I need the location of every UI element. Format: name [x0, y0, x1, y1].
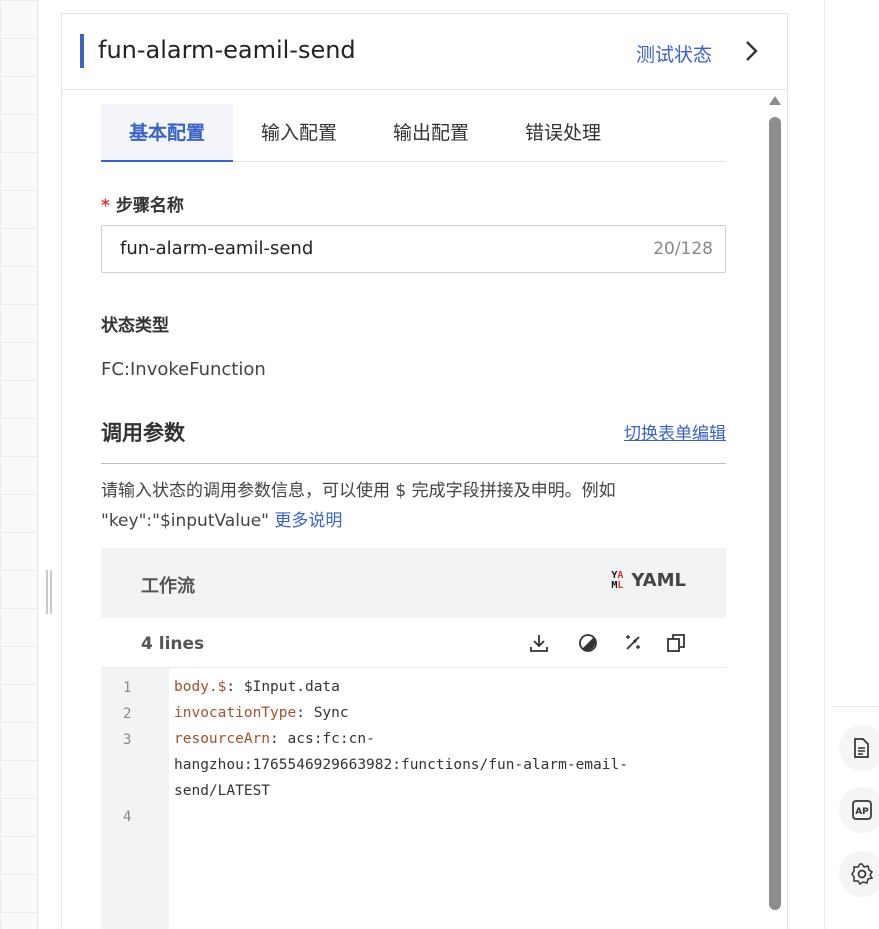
right-toolbar-divider [832, 706, 879, 707]
copy-icon[interactable] [665, 632, 687, 654]
yaml-value: Sync [313, 705, 349, 721]
editor-header: 工作流 YA ML YAML [101, 548, 726, 618]
code-line-wrap: send/LATEST [174, 783, 271, 799]
yaml-format-tag: YA ML YAML [611, 570, 686, 591]
editor-title: 工作流 [141, 576, 195, 597]
api-button[interactable]: AP [839, 787, 879, 833]
tab-basic-config[interactable]: 基本配置 [101, 104, 233, 162]
panel-header: fun-alarm-eamil-send 测试状态 [62, 14, 787, 90]
config-tabs: 基本配置 输入配置 输出配置 错误处理 [101, 104, 726, 162]
code-line: invocationType: Sync [174, 705, 349, 721]
line-count: 4 lines [141, 634, 205, 654]
tab-error-handling[interactable]: 错误处理 [497, 104, 629, 162]
api-icon: AP [852, 800, 872, 820]
scroll-up-arrow-icon[interactable] [768, 95, 782, 105]
tab-input-config[interactable]: 输入配置 [233, 104, 365, 162]
test-state-link[interactable]: 测试状态 [636, 40, 712, 67]
more-info-link[interactable]: 更多说明 [274, 511, 342, 531]
params-hint: 请输入状态的调用参数信息，可以使用 $ 完成字段拼接及申明。例如 "key":"… [101, 476, 726, 536]
step-name-label: * 步骤名称 [101, 191, 184, 216]
yaml-key: invocationType [174, 705, 297, 721]
line-gutter: 1 2 3 4 [101, 668, 169, 929]
hint-text: 请输入状态的调用参数信息，可以使用 $ 完成字段拼接及申明。例如 "key":"… [101, 481, 616, 531]
code-area[interactable]: 1 2 3 4 body.$: $Input.data invocationTy… [101, 668, 726, 929]
yaml-key: body.$ [174, 679, 227, 695]
code-line: resourceArn: acs:fc:cn- [174, 731, 375, 747]
yaml-value: $Input.data [243, 679, 340, 695]
editor-toolbar: 4 lines [101, 618, 726, 668]
magic-wand-icon[interactable] [622, 632, 644, 654]
code-line: body.$: $Input.data [174, 679, 340, 695]
state-type-value: FC:InvokeFunction [101, 359, 266, 380]
settings-icon [851, 863, 874, 886]
yaml-logo-icon: YA ML [611, 569, 624, 591]
required-mark: * [101, 196, 110, 216]
panel-title: fun-alarm-eamil-send [98, 36, 356, 64]
line-number: 1 [123, 680, 132, 696]
document-button[interactable] [839, 725, 879, 771]
yaml-key: resourceArn [174, 731, 271, 747]
svg-text:AP: AP [855, 807, 869, 817]
scrollbar-thumb[interactable] [769, 117, 781, 910]
workflow-canvas-grid [0, 0, 38, 929]
tab-output-config[interactable]: 输出配置 [365, 104, 497, 162]
step-name-value[interactable]: fun-alarm-eamil-send [120, 238, 313, 259]
theme-icon[interactable] [577, 632, 599, 654]
panel-resize-handle[interactable] [45, 570, 53, 614]
code-line-wrap: hangzhou:1765546929663982:functions/fun-… [174, 757, 628, 773]
download-icon[interactable] [528, 632, 550, 654]
line-number: 4 [123, 809, 132, 825]
chevron-right-icon[interactable] [742, 38, 762, 64]
format-label: YAML [631, 570, 686, 591]
line-number: 2 [123, 706, 132, 722]
switch-form-edit-link[interactable]: 切换表单编辑 [624, 419, 726, 444]
title-accent-bar [80, 34, 84, 68]
code-editor: 工作流 YA ML YAML 4 lines 1 2 3 4 body.$: $… [101, 548, 726, 929]
state-config-panel: fun-alarm-eamil-send 测试状态 基本配置 输入配置 输出配置… [61, 13, 788, 929]
line-number: 3 [123, 732, 132, 748]
state-type-label: 状态类型 [101, 316, 169, 336]
section-divider [101, 463, 726, 464]
step-name-label-text: 步骤名称 [115, 196, 184, 216]
settings-button[interactable] [839, 851, 879, 897]
invoke-params-title: 调用参数 [101, 421, 185, 445]
document-icon [854, 738, 869, 758]
char-counter: 20/128 [653, 239, 713, 259]
yaml-value: acs:fc:cn- [287, 731, 375, 747]
step-name-input[interactable]: fun-alarm-eamil-send 20/128 [101, 225, 726, 273]
